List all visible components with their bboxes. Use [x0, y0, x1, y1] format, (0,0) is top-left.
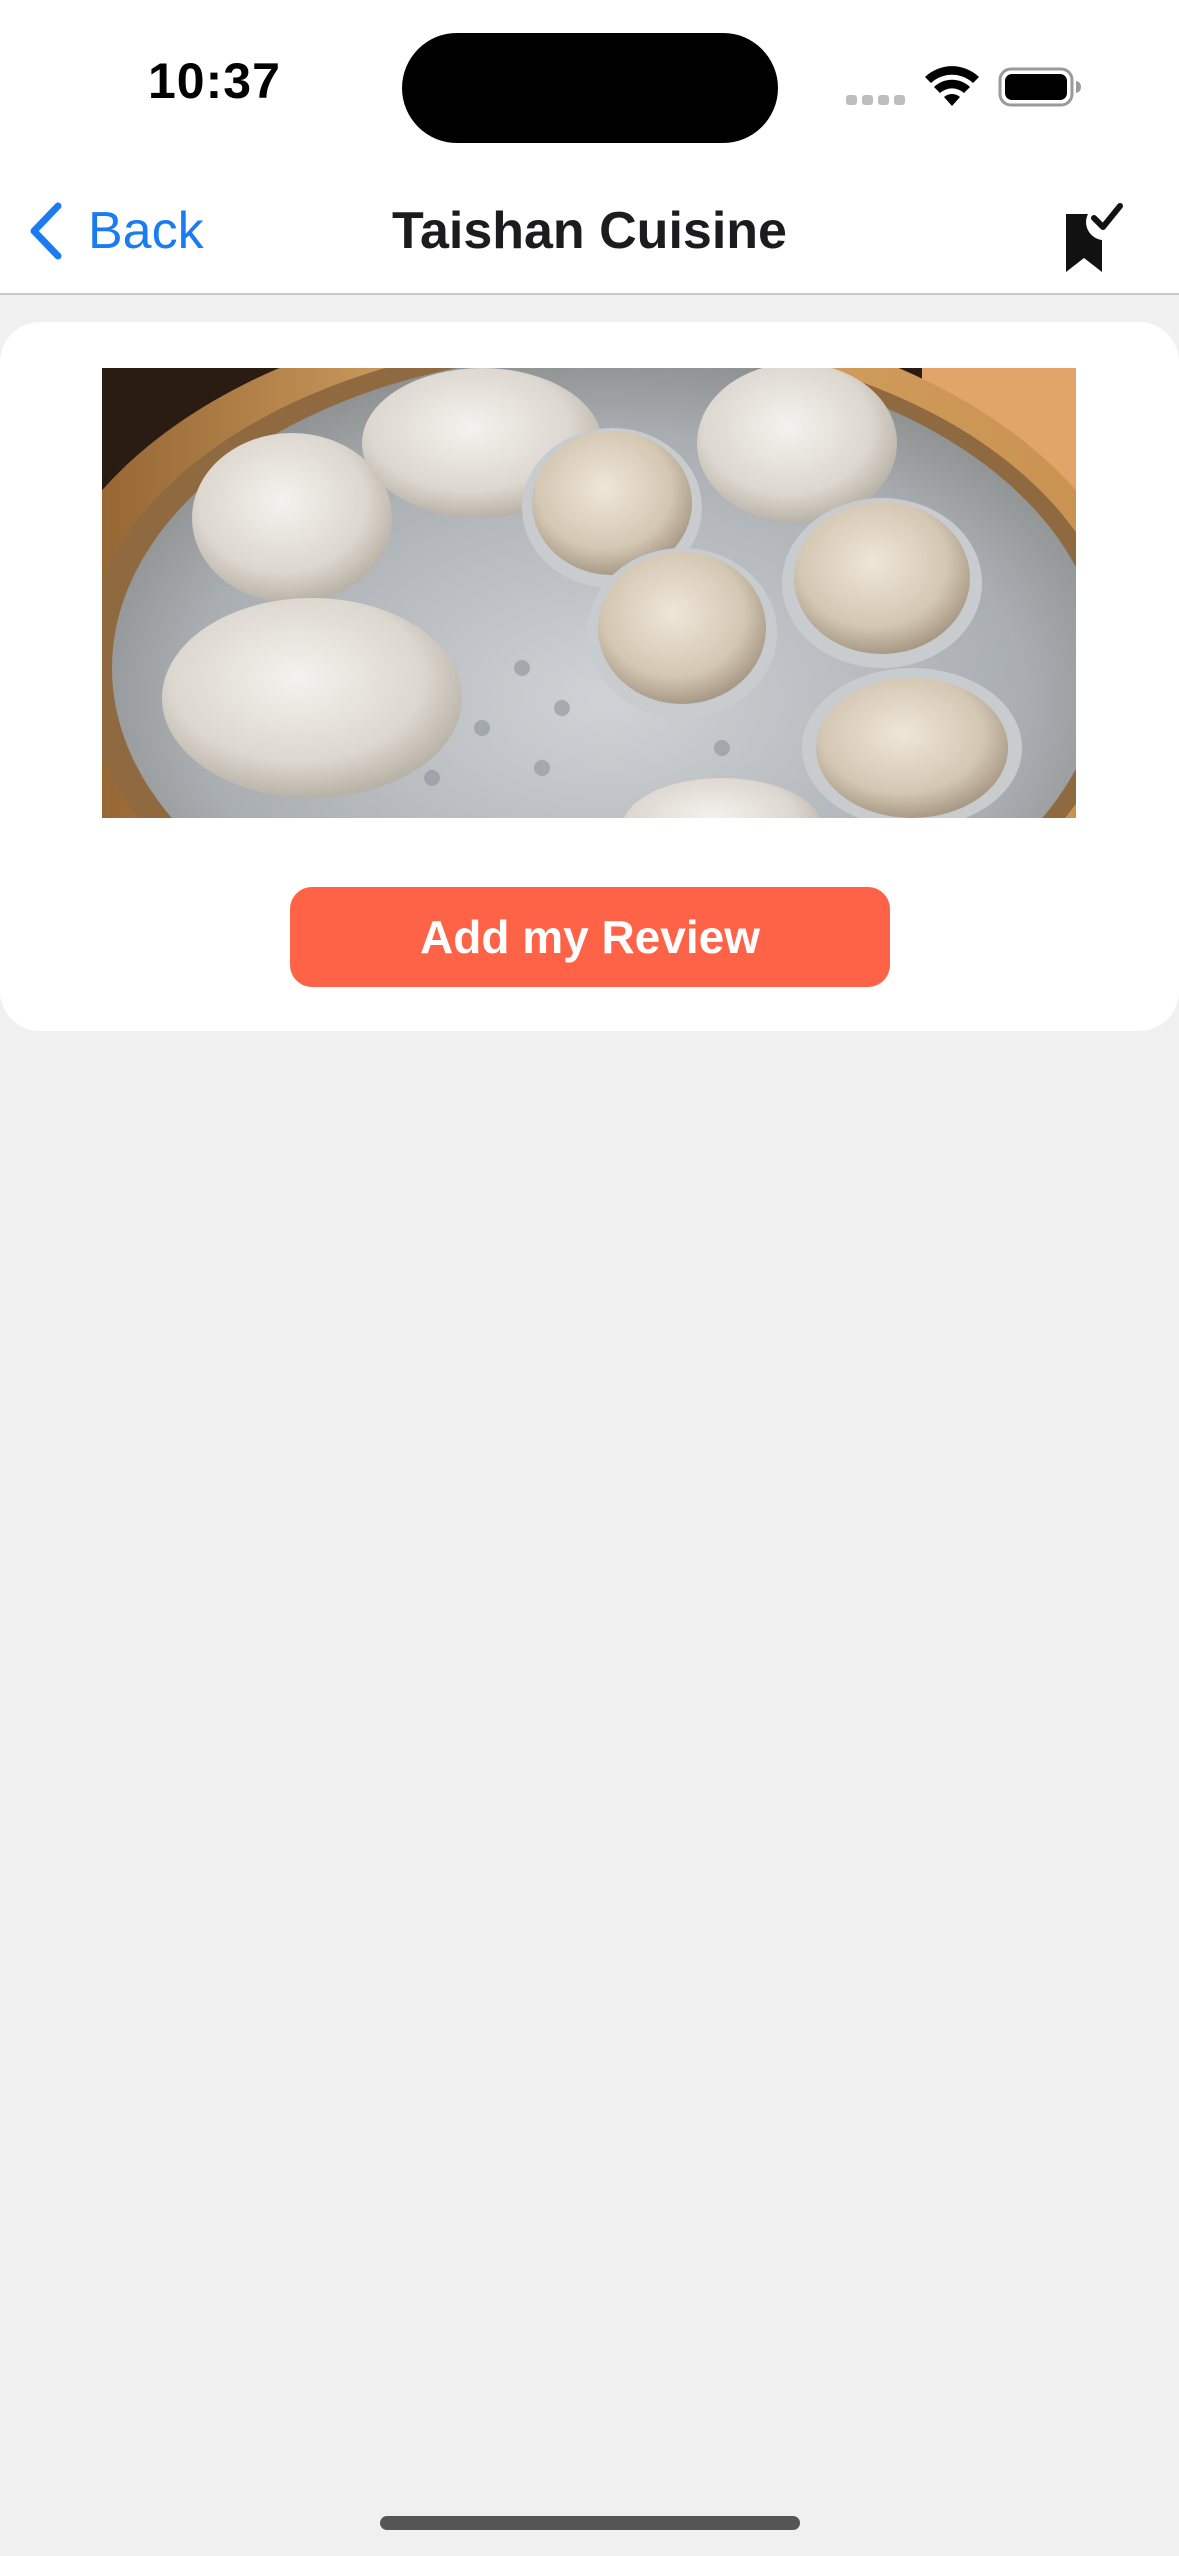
- restaurant-card: Add my Review: [0, 322, 1179, 1031]
- navigation-bar: Back Taishan Cuisine: [0, 170, 1179, 295]
- status-time: 10:37: [148, 53, 281, 109]
- signal-dots-icon: [846, 95, 906, 105]
- bookmark-check-icon[interactable]: [1058, 200, 1128, 274]
- back-button[interactable]: Back: [24, 196, 204, 266]
- dim-sum-photo: [102, 368, 1076, 818]
- home-indicator: [380, 2516, 800, 2530]
- add-review-button[interactable]: Add my Review: [290, 887, 890, 987]
- back-label: Back: [88, 202, 204, 260]
- wifi-icon: [925, 66, 979, 106]
- restaurant-photo: [102, 368, 1076, 818]
- dynamic-island: [402, 33, 778, 143]
- chevron-left-icon: [30, 202, 62, 260]
- status-bar: 10:37: [0, 0, 1179, 170]
- battery-icon: [998, 67, 1081, 107]
